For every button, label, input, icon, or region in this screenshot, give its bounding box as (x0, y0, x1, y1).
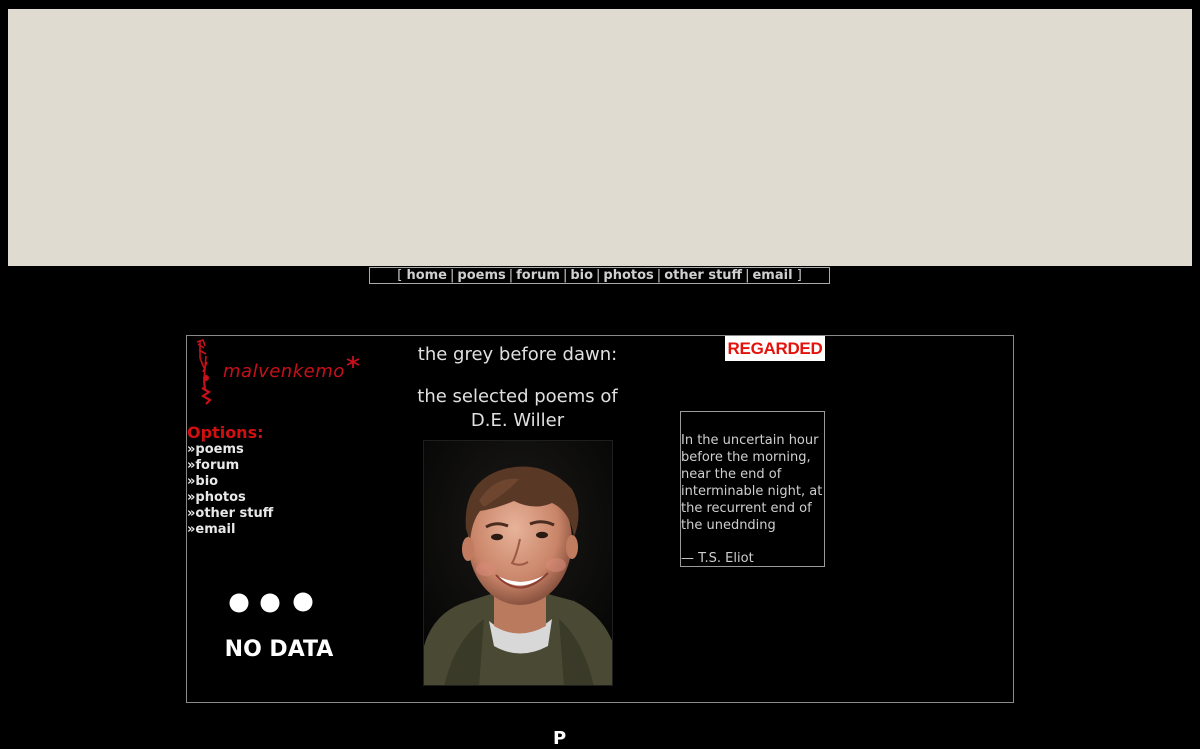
options-heading: Options: (187, 423, 264, 442)
nav-link-email[interactable]: email (752, 268, 792, 283)
option-other-stuff[interactable]: »other stuff (187, 506, 387, 522)
nav-open-bracket: [ (397, 268, 403, 283)
subtitle-line-1: the selected poems of (417, 386, 618, 407)
nav-separator: | (450, 268, 455, 283)
no-data-label: NO DATA (225, 637, 334, 662)
asterisk-icon (346, 356, 360, 368)
site-logo[interactable]: malvenkemo (195, 338, 365, 406)
nav-link-other-stuff[interactable]: other stuff (664, 268, 742, 283)
epigraph-attribution: — T.S. Eliot (681, 551, 754, 566)
top-navigation: [ home | poems | forum | bio | photos | other stuf… (369, 267, 830, 284)
nav-separator: | (745, 268, 750, 283)
nav-link-poems[interactable]: poems (457, 268, 505, 283)
hanging-figure-icon (196, 338, 212, 405)
option-photos[interactable]: »photos (187, 490, 387, 506)
nav-link-photos[interactable]: photos (603, 268, 653, 283)
regarded-badge[interactable]: REGARDED (725, 336, 825, 361)
option-poems[interactable]: »poems (187, 442, 387, 458)
epigraph-text: In the uncertain hour before the morning… (681, 433, 823, 533)
nav-link-home[interactable]: home (406, 268, 447, 283)
nav-separator: | (508, 268, 514, 283)
nav-separator: | (596, 268, 601, 283)
author-photo (423, 440, 613, 686)
nav-link-bio[interactable]: bio (570, 268, 593, 283)
option-bio[interactable]: »bio (187, 474, 387, 490)
logo-text: malvenkemo (223, 361, 345, 382)
footer-partial-text: P (553, 728, 567, 749)
options-panel: Options: »poems »forum »bio »photos »oth… (187, 424, 387, 538)
option-forum[interactable]: »forum (187, 458, 387, 474)
nav-close-bracket: ] (796, 268, 802, 283)
options-list: »poems »forum »bio »photos »other stuff … (187, 442, 387, 538)
option-email[interactable]: »email (187, 522, 387, 538)
portrait-image (424, 441, 612, 685)
loading-dots-icon (229, 592, 313, 613)
page-title: the grey before dawn: (417, 344, 618, 365)
subtitle-line-2: D.E. Willer (470, 410, 565, 431)
header-banner (8, 9, 1192, 266)
epigraph-box: In the uncertain hour before the morning… (680, 411, 825, 567)
page-subtitle: the selected poems of D.E. Willer (415, 385, 620, 433)
nav-link-forum[interactable]: forum (516, 268, 560, 283)
nav-separator: | (562, 268, 568, 283)
no-data-badge: NO DATA (225, 592, 334, 662)
nav-separator: | (656, 268, 662, 283)
